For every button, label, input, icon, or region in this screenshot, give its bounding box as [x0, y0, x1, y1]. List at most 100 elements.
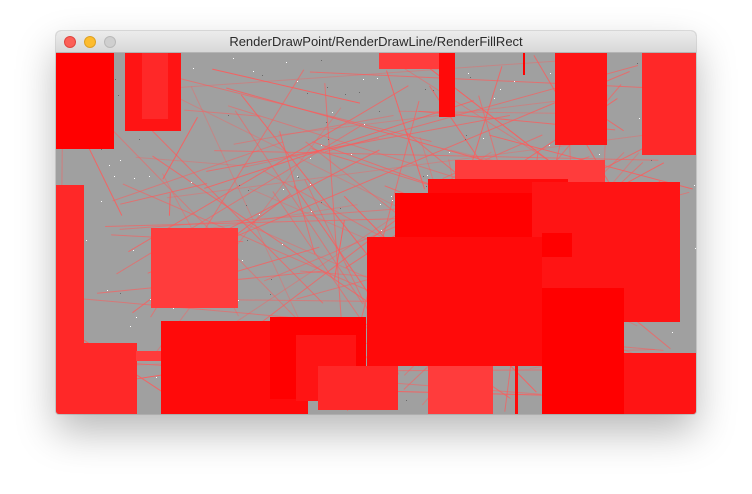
filled-rect	[439, 53, 455, 117]
filled-rect	[515, 356, 518, 414]
drawn-line	[135, 156, 249, 167]
drawn-point	[500, 89, 501, 90]
drawn-point	[134, 178, 135, 179]
filled-rect	[542, 288, 624, 414]
drawn-point	[406, 400, 407, 401]
drawn-point	[259, 214, 260, 215]
drawn-point	[483, 138, 484, 139]
drawn-point	[494, 98, 495, 99]
drawn-point	[359, 92, 360, 93]
drawn-point	[468, 73, 469, 74]
filled-rect	[56, 185, 84, 345]
drawn-point	[120, 160, 121, 161]
drawn-point	[130, 326, 131, 327]
drawn-point	[101, 149, 102, 150]
filled-rect	[142, 53, 168, 119]
drawn-point	[246, 205, 247, 206]
filled-rect	[542, 233, 572, 257]
drawn-point	[114, 176, 115, 177]
drawn-point	[377, 78, 378, 79]
drawn-point	[107, 290, 108, 291]
drawn-point	[248, 190, 249, 191]
drawn-point	[694, 185, 695, 186]
drawn-point	[282, 244, 283, 245]
app-window: RenderDrawPoint/RenderDrawLine/RenderFil…	[56, 31, 696, 414]
render-canvas[interactable]	[56, 53, 696, 414]
drawn-line	[139, 67, 432, 142]
drawn-point	[228, 115, 229, 116]
drawn-point	[321, 60, 322, 61]
drawn-point	[423, 176, 424, 177]
drawn-point	[637, 63, 638, 64]
filled-rect	[56, 53, 114, 149]
window-title: RenderDrawPoint/RenderDrawLine/RenderFil…	[229, 34, 523, 49]
drawn-point	[283, 189, 284, 190]
drawn-point	[380, 204, 381, 205]
drawn-point	[391, 196, 392, 197]
drawn-point	[381, 230, 382, 231]
drawn-point	[156, 377, 157, 378]
filled-rect	[318, 366, 398, 410]
drawn-point	[298, 177, 299, 178]
drawn-line	[184, 109, 261, 117]
drawn-point	[233, 58, 234, 59]
filled-rect	[56, 343, 137, 414]
drawn-point	[150, 299, 151, 300]
drawn-point	[466, 135, 467, 136]
drawn-point	[118, 95, 119, 96]
drawn-point	[425, 89, 426, 90]
filled-rect	[367, 237, 542, 366]
drawn-point	[392, 200, 393, 201]
drawn-point	[321, 145, 322, 146]
drawn-point	[426, 186, 427, 187]
drawn-point	[351, 154, 352, 155]
drawn-point	[271, 279, 272, 280]
drawn-point	[286, 62, 287, 63]
drawn-point	[297, 81, 298, 82]
drawn-point	[549, 145, 550, 146]
filled-rect	[555, 53, 607, 145]
drawn-point	[238, 300, 239, 301]
drawn-point	[550, 73, 551, 74]
drawn-point	[379, 111, 380, 112]
drawn-point	[332, 112, 333, 113]
drawn-point	[363, 79, 364, 80]
title-bar[interactable]: RenderDrawPoint/RenderDrawLine/RenderFil…	[56, 31, 696, 53]
drawn-point	[651, 160, 652, 161]
drawn-point	[307, 93, 308, 94]
filled-rect	[379, 53, 439, 69]
drawn-point	[327, 87, 328, 88]
drawn-point	[101, 201, 102, 202]
drawn-point	[599, 154, 600, 155]
filled-rect	[642, 53, 696, 155]
drawn-point	[120, 293, 121, 294]
drawn-line	[145, 58, 594, 91]
drawn-point	[311, 211, 312, 212]
drawn-point	[514, 81, 515, 82]
drawn-point	[326, 122, 327, 123]
drawn-point	[465, 139, 466, 140]
drawn-point	[109, 165, 110, 166]
filled-rect	[624, 353, 696, 414]
render-surface	[56, 53, 696, 414]
drawn-point	[247, 240, 248, 241]
drawn-point	[340, 208, 341, 209]
drawn-point	[239, 185, 240, 186]
drawn-point	[470, 77, 471, 78]
filled-rect	[523, 53, 525, 75]
drawn-point	[242, 260, 243, 261]
drawn-point	[695, 248, 696, 249]
drawn-point	[328, 139, 329, 140]
drawn-point	[310, 184, 311, 185]
drawn-point	[427, 175, 428, 176]
filled-rect	[428, 366, 493, 414]
drawn-point	[639, 118, 640, 119]
drawn-point	[364, 124, 365, 125]
drawn-point	[297, 176, 298, 177]
drawn-point	[133, 250, 134, 251]
drawn-point	[173, 308, 174, 309]
drawn-point	[139, 139, 140, 140]
drawn-point	[262, 75, 263, 76]
drawn-point	[86, 240, 87, 241]
filled-rect	[151, 228, 238, 308]
